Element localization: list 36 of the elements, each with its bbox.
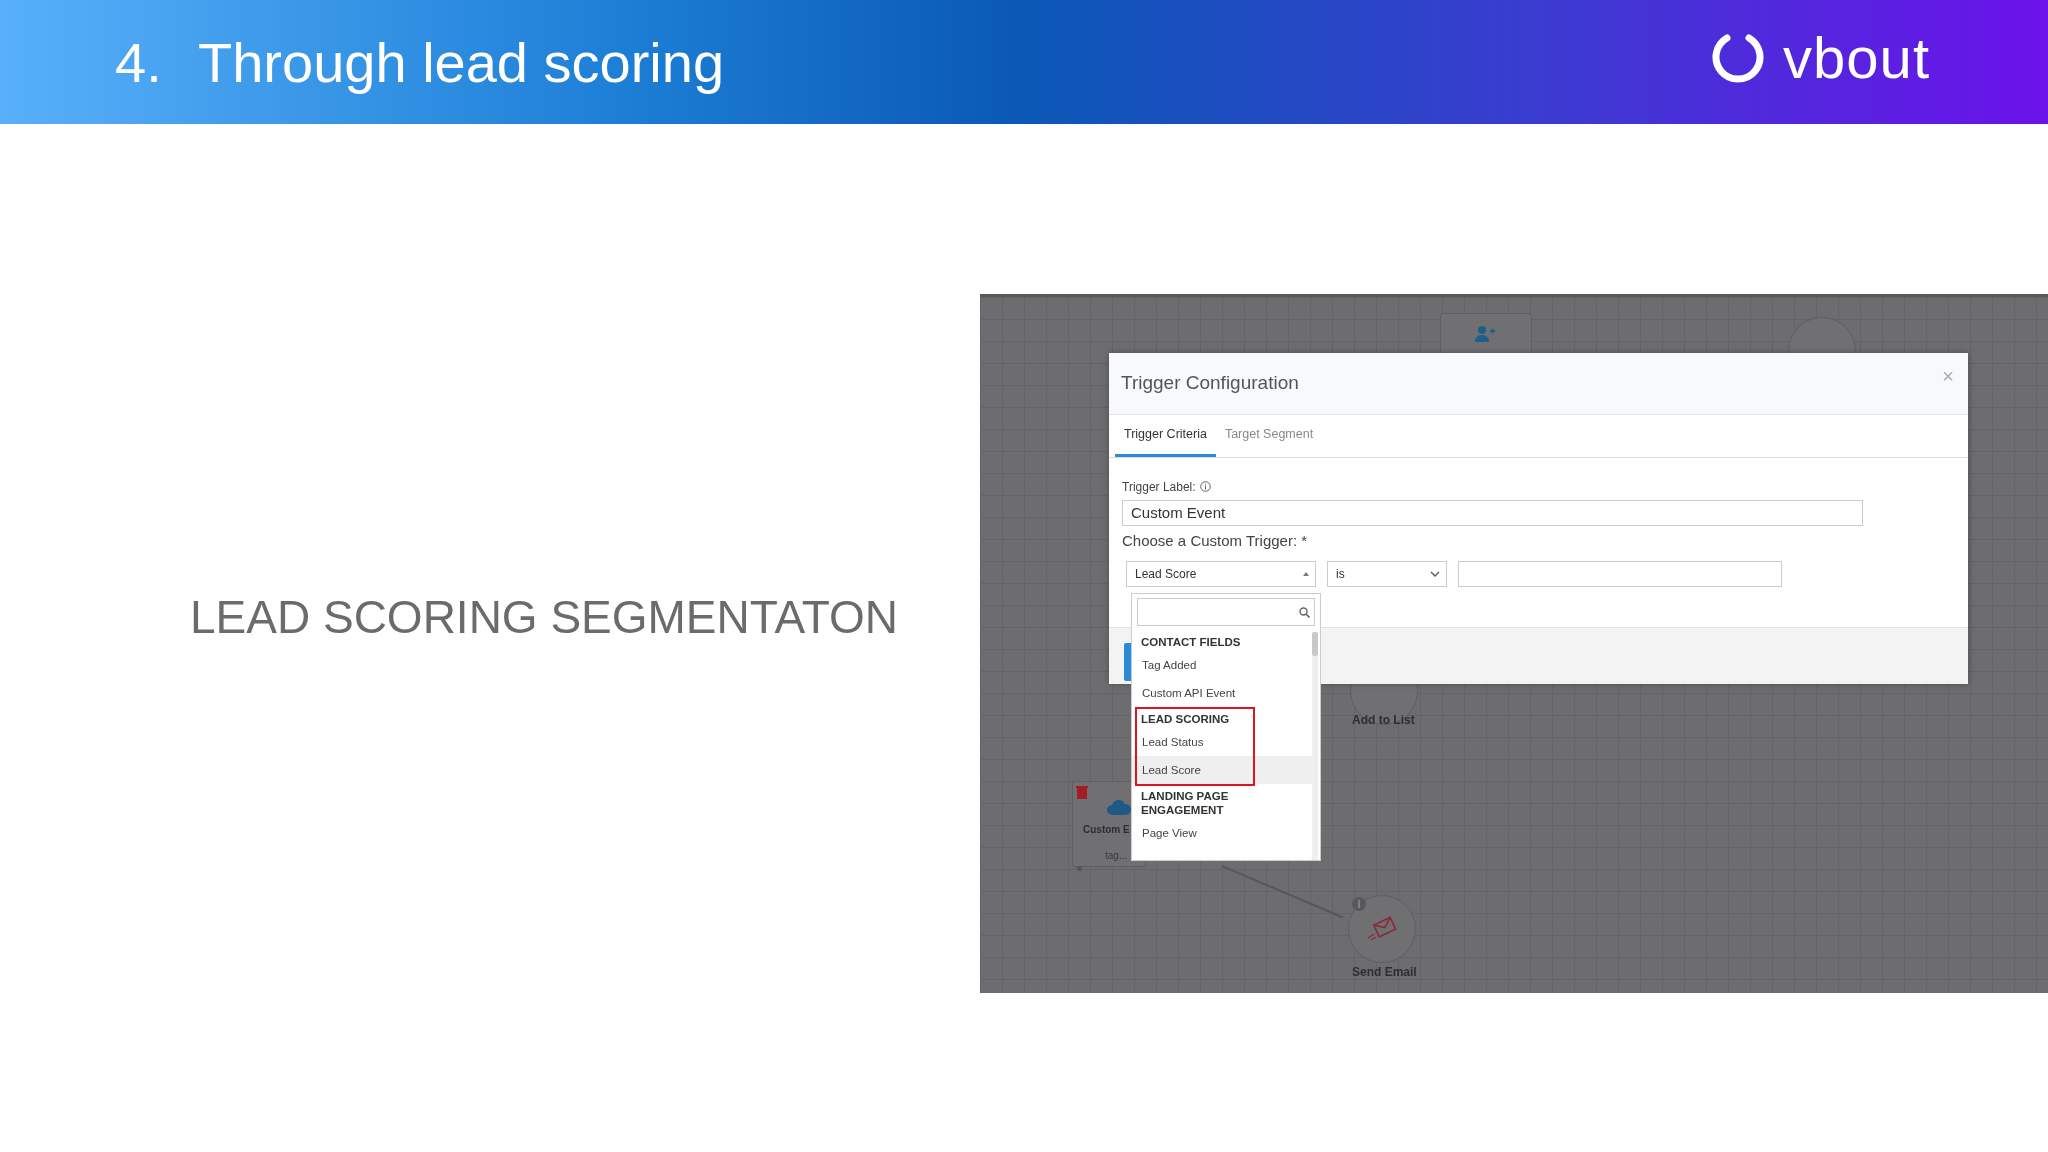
menu-item[interactable]: Page View — [1132, 819, 1312, 847]
tab[interactable]: Trigger Criteria — [1115, 414, 1216, 457]
dialog-title: Trigger Configuration — [1121, 372, 1299, 395]
person-add-icon — [1474, 325, 1496, 343]
slide-number: 4. — [115, 29, 163, 95]
node-label: Send Email — [1352, 965, 1417, 979]
trash-icon[interactable] — [1076, 785, 1088, 799]
node-label: Add to List — [1352, 713, 1415, 727]
caret-icon — [1303, 571, 1309, 576]
node-label: Custom E — [1083, 824, 1130, 835]
group-heading: LEAD SCORING — [1140, 712, 1231, 727]
menu-item[interactable]: Lead Status — [1132, 728, 1312, 756]
menu-item[interactable]: Tag Added — [1132, 651, 1312, 679]
search-icon — [1299, 606, 1310, 618]
dot-icon — [1077, 866, 1082, 871]
trigger-select[interactable]: Lead Score — [1126, 560, 1316, 587]
field-label: Trigger Label: — [1122, 479, 1196, 494]
info-badge-icon — [1352, 897, 1366, 911]
scrollbar[interactable] — [1312, 632, 1318, 860]
operator-select[interactable]: is — [1327, 560, 1447, 587]
menu-item[interactable]: Lead Score — [1132, 756, 1312, 784]
menu-item[interactable]: Custom API Event — [1132, 679, 1312, 707]
cloud-icon — [1107, 799, 1131, 815]
tab[interactable]: Target Segment — [1215, 414, 1323, 457]
input-field[interactable]: Custom Event — [1122, 499, 1863, 526]
logo-text: vbout — [1783, 23, 1930, 91]
field-label: Choose a Custom Trigger: * — [1122, 531, 1309, 549]
group-heading: LANDING PAGE ENGAGEMENT — [1140, 789, 1230, 818]
slide-title: Through lead scoring — [198, 29, 726, 95]
search-field[interactable] — [1137, 598, 1315, 626]
envelope-icon — [1366, 916, 1398, 942]
input-field[interactable] — [1458, 560, 1782, 587]
group-heading: CONTACT FIELDS — [1140, 635, 1242, 650]
chevron-icon — [1430, 570, 1440, 577]
info-icon[interactable] — [1199, 481, 1211, 493]
slide-subtitle: LEAD SCORING SEGMENTATON — [190, 590, 898, 644]
